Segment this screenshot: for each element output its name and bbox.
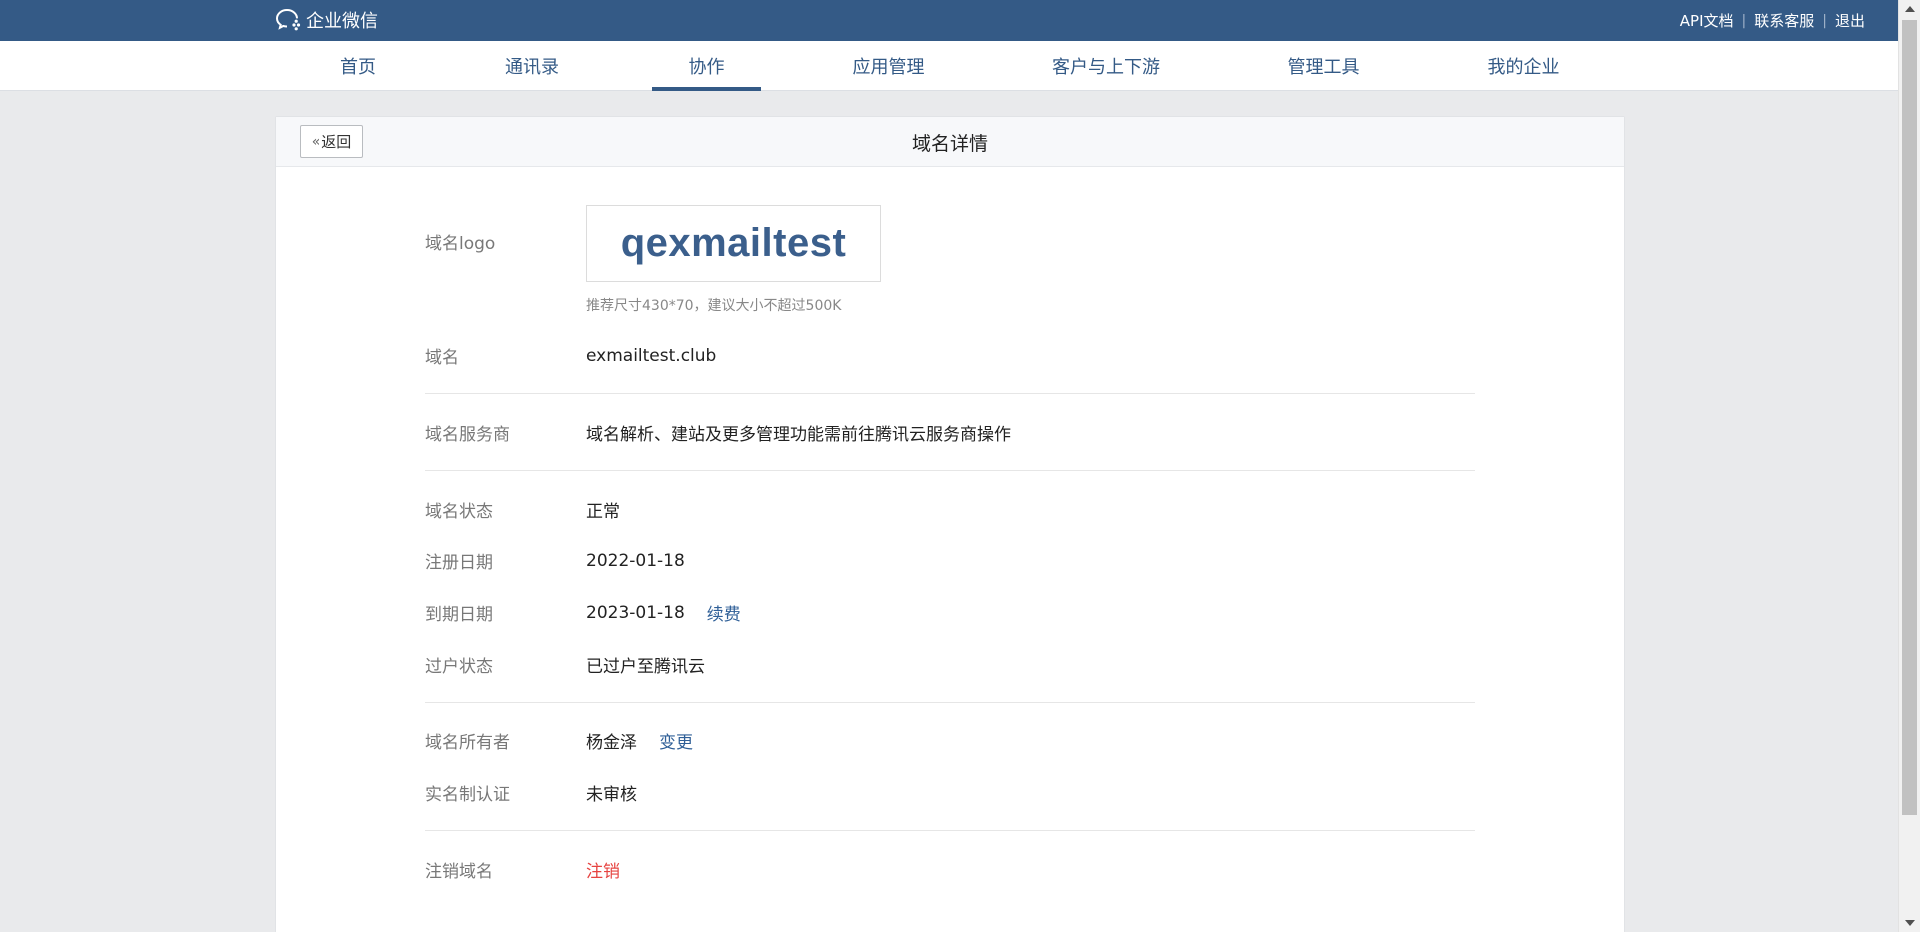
- divider: |: [1822, 12, 1827, 29]
- domain-details-card: « 返回 域名详情 域名logo qexmailtest 推荐尺寸430*70，…: [275, 116, 1625, 932]
- nav-home[interactable]: 首页: [323, 41, 393, 91]
- wecom-logo-icon: [275, 9, 301, 31]
- registered-label: 注册日期: [425, 553, 493, 573]
- divider: [425, 470, 1475, 471]
- change-owner-link[interactable]: 变更: [659, 728, 693, 753]
- verification-label: 实名制认证: [425, 785, 510, 805]
- nav-contacts[interactable]: 通讯录: [497, 41, 567, 91]
- divider: [425, 830, 1475, 831]
- logo-row: 域名logo: [425, 229, 586, 254]
- owner-value: 杨金泽: [586, 733, 637, 753]
- card-header: « 返回 域名详情: [276, 117, 1624, 167]
- contact-support-link[interactable]: 联系客服: [1754, 10, 1814, 31]
- cancel-label: 注销域名: [425, 862, 493, 882]
- scroll-down-icon[interactable]: [1899, 914, 1920, 932]
- nav-customers-partners[interactable]: 客户与上下游: [1046, 41, 1166, 91]
- scroll-up-icon[interactable]: [1899, 0, 1920, 18]
- status-label: 域名状态: [425, 502, 493, 522]
- brand-name: 企业微信: [306, 11, 378, 32]
- api-docs-link[interactable]: API文档: [1680, 10, 1734, 31]
- divider: [425, 393, 1475, 394]
- transfer-row: 过户状态 已过户至腾讯云: [425, 652, 705, 677]
- transfer-label: 过户状态: [425, 657, 493, 677]
- renew-link[interactable]: 续费: [707, 600, 741, 625]
- registered-value: 2022-01-18: [586, 550, 685, 571]
- expires-value: 2023-01-18: [586, 602, 685, 623]
- page-scrollbar[interactable]: [1898, 0, 1920, 932]
- provider-row: 域名服务商 域名解析、建站及更多管理功能需前往腾讯云服务商操作: [425, 420, 1011, 445]
- nav-admin-tools[interactable]: 管理工具: [1281, 41, 1366, 91]
- registered-row: 注册日期 2022-01-18: [425, 548, 685, 574]
- domain-value: exmailtest.club: [586, 345, 717, 366]
- verification-row: 实名制认证 未审核: [425, 780, 637, 805]
- provider-label: 域名服务商: [425, 425, 510, 445]
- page-title: 域名详情: [911, 132, 988, 155]
- domain-label: 域名: [425, 348, 459, 368]
- status-row: 域名状态 正常: [425, 497, 620, 522]
- expires-row: 到期日期 2023-01-18 续费: [425, 600, 741, 626]
- brand[interactable]: 企业微信: [275, 8, 378, 32]
- expires-label: 到期日期: [425, 605, 493, 625]
- logout-link[interactable]: 退出: [1835, 10, 1865, 31]
- divider: [425, 702, 1475, 703]
- domain-row: 域名 exmailtest.club: [425, 343, 717, 369]
- logo-hint: 推荐尺寸430*70，建议大小不超过500K: [586, 298, 842, 314]
- owner-row: 域名所有者 杨金泽 变更: [425, 728, 693, 753]
- divider: |: [1741, 12, 1747, 29]
- nav-collaboration[interactable]: 协作: [652, 41, 761, 91]
- transfer-value: 已过户至腾讯云: [586, 657, 705, 677]
- main-nav: 首页 通讯录 协作 应用管理 客户与上下游 管理工具 我的企业: [0, 41, 1898, 91]
- logo-label: 域名logo: [425, 234, 496, 254]
- nav-my-company[interactable]: 我的企业: [1481, 41, 1566, 91]
- domain-logo-text: qexmailtest: [620, 221, 847, 265]
- top-bar: 企业微信 API文档 | 联系客服 | 退出: [0, 0, 1898, 41]
- cancel-domain-link[interactable]: 注销: [586, 857, 620, 882]
- provider-value: 域名解析、建站及更多管理功能需前往腾讯云服务商操作: [586, 425, 1011, 445]
- nav-app-management[interactable]: 应用管理: [846, 41, 931, 91]
- owner-label: 域名所有者: [425, 733, 510, 753]
- top-links: API文档 | 联系客服 | 退出: [1680, 10, 1865, 31]
- verification-value: 未审核: [586, 785, 637, 805]
- domain-logo-image[interactable]: qexmailtest: [586, 205, 881, 282]
- cancel-row: 注销域名 注销: [425, 857, 620, 882]
- scrollbar-thumb[interactable]: [1902, 20, 1917, 815]
- status-value: 正常: [586, 502, 620, 522]
